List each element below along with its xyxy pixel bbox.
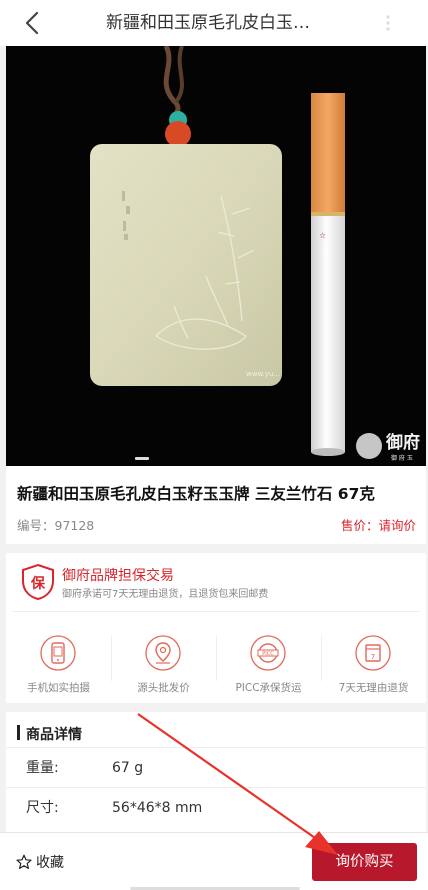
favorite-button[interactable]: 收藏 <box>16 849 64 875</box>
gallery-indicator <box>135 457 149 460</box>
product-image-gallery[interactable]: www.yu... ☆ 御府 御 府 玉 <box>6 46 426 466</box>
divider <box>12 611 420 612</box>
more-icon[interactable] <box>378 13 398 33</box>
image-site-mark: www.yu... <box>246 370 280 378</box>
page-title: 新疆和田玉原毛孔皮白玉… <box>106 13 310 33</box>
feature-wholesale-price[interactable]: 源头批发价 <box>111 617 216 697</box>
detail-value: 56*46*8 mm <box>112 800 203 816</box>
guarantee-card: 保 御府品牌担保交易 御府承诺可7天无理由退货，且退货包来回邮费 手机如实拍摄 … <box>6 553 426 703</box>
detail-value: 67 g <box>112 760 144 776</box>
feature-label: 源头批发价 <box>137 682 190 694</box>
detail-row-size: 尺寸: 56*46*8 mm <box>6 787 426 827</box>
feature-phone-photo[interactable]: 手机如实拍摄 <box>6 617 111 697</box>
top-nav-bar: 新疆和田玉原毛孔皮白玉… <box>0 0 428 46</box>
phone-camera-icon <box>40 635 76 671</box>
svg-text:7: 7 <box>371 653 375 661</box>
star-icon <box>16 854 32 869</box>
back-chevron-icon[interactable] <box>18 8 48 38</box>
section-marker <box>17 725 20 740</box>
jade-pendant-photo: www.yu... ☆ 御府 御 府 玉 <box>6 46 426 466</box>
return-7day-icon: 7 <box>355 635 391 671</box>
guarantee-subtitle: 御府承诺可7天无理由退货，且退货包来回邮费 <box>62 589 269 600</box>
detail-row-weight: 重量: 67 g <box>6 747 426 787</box>
feature-label: 7天无理由退货 <box>338 682 409 694</box>
product-title: 新疆和田玉原毛孔皮白玉籽玉玉牌 三友兰竹石 67克 <box>17 485 375 503</box>
feature-7day-return[interactable]: 7 7天无理由退货 <box>321 617 426 697</box>
detail-key: 尺寸: <box>26 800 59 816</box>
product-price: 售价：请询价 <box>340 518 416 533</box>
product-info-card: 新疆和田玉原毛孔皮白玉籽玉玉牌 三友兰竹石 67克 编号：97128 售价：请询… <box>6 466 426 544</box>
feature-label: 手机如实拍摄 <box>27 682 90 694</box>
feature-picc-insurance[interactable]: PICC PICC承保货运 <box>216 617 321 697</box>
shield-guarantee-icon: 保 <box>22 563 54 601</box>
picc-insurance-icon: PICC <box>250 635 286 671</box>
inquire-buy-button[interactable]: 询价购买 <box>312 843 417 881</box>
svg-text:☆: ☆ <box>319 231 326 240</box>
bottom-action-bar: 收藏 询价购买 <box>0 832 428 890</box>
favorite-label: 收藏 <box>36 855 64 871</box>
guarantee-title: 御府品牌担保交易 <box>62 568 174 584</box>
svg-text:保: 保 <box>30 575 46 592</box>
detail-key: 重量: <box>26 760 59 776</box>
product-code: 编号：97128 <box>17 518 95 533</box>
location-pin-icon <box>145 635 181 671</box>
svg-text:PICC: PICC <box>262 651 274 657</box>
svg-text:御府: 御府 <box>385 432 420 453</box>
svg-text:御 府 玉: 御 府 玉 <box>391 454 413 462</box>
feature-label: PICC承保货运 <box>235 682 302 694</box>
details-section-title: 商品详情 <box>26 727 82 743</box>
